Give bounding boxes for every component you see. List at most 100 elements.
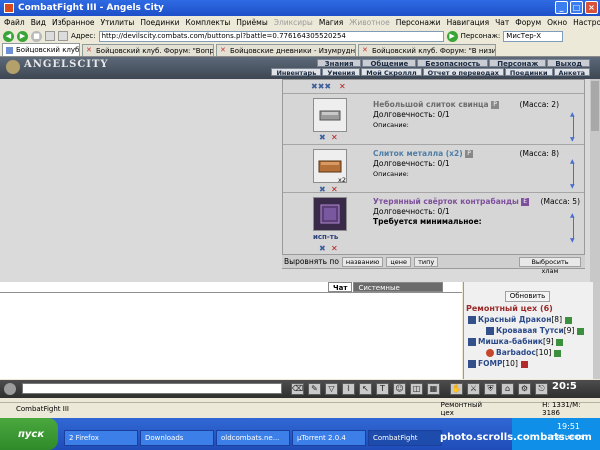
menu-sets[interactable]: Комплекты — [186, 18, 231, 27]
home-icon[interactable] — [58, 31, 68, 41]
menu-navigation[interactable]: Навигация — [447, 18, 490, 27]
item-name[interactable]: Небольшой слиток свинца — [373, 100, 489, 109]
user-name[interactable]: FOMP — [478, 359, 502, 368]
refresh-icon[interactable] — [45, 31, 55, 41]
menu-animal[interactable]: Животное — [349, 18, 389, 27]
nav-skills[interactable]: Умения — [322, 68, 361, 77]
user-name[interactable]: Кровавая Тутси — [496, 326, 564, 335]
user-entry[interactable]: Красный Дракон[8] — [468, 315, 572, 324]
item-info-icon[interactable]: ✖ — [319, 133, 326, 142]
menu-characters[interactable]: Персонажи — [396, 18, 441, 27]
eraser-icon[interactable]: ⌫ — [291, 383, 304, 395]
smiley-icon[interactable] — [4, 383, 16, 395]
close-tab-icon[interactable]: ✕ — [220, 47, 227, 54]
info-icon[interactable] — [553, 349, 561, 357]
tab-forum-question[interactable]: ✕ Бойцовский клуб. Форум: "Вопрос к... — [82, 44, 214, 56]
settings-icon[interactable]: ⚙ — [518, 383, 531, 395]
cursor-icon[interactable]: ↖ — [359, 383, 372, 395]
nav-security[interactable]: Безопасность — [417, 59, 489, 68]
delete-icon[interactable]: ✕ — [331, 244, 338, 253]
delete-icon[interactable]: ✕ — [339, 82, 346, 91]
sort-by-type-button[interactable]: типу — [414, 256, 439, 267]
delete-icon[interactable]: ✕ — [331, 133, 338, 142]
scroll-arrow-icon[interactable] — [570, 158, 577, 190]
map-icon[interactable]: ⌂ — [501, 383, 514, 395]
hand-icon[interactable]: ✋ — [450, 383, 463, 395]
scroll-arrow-icon[interactable] — [570, 212, 577, 244]
discard-junk-button[interactable]: Выбросить хлам — [519, 256, 581, 275]
task-combatfight[interactable]: CombatFight — [368, 430, 442, 446]
close-tab-icon[interactable]: ✕ — [86, 47, 93, 54]
menu-utilities[interactable]: Утилиты — [101, 18, 135, 27]
nav-exit[interactable]: Выход — [547, 59, 590, 68]
tab-forum-lowlands[interactable]: ✕ Бойцовский клуб. Форум: "В низина... — [358, 44, 496, 56]
refresh-button[interactable]: Обновить — [505, 291, 550, 302]
task-oldcombats[interactable]: oldcombats.ne... — [216, 430, 290, 446]
nav-inventory[interactable]: Инвентарь — [271, 68, 322, 77]
smile-icon[interactable]: ☺ — [393, 383, 406, 395]
sort-by-name-button[interactable]: названию — [341, 256, 384, 267]
info-icon[interactable] — [520, 360, 528, 368]
clear-chat-icon[interactable]: ◫ — [410, 383, 423, 395]
start-button[interactable]: пуск — [0, 418, 58, 450]
user-name[interactable]: Мишка-бабник — [478, 337, 543, 346]
item-name[interactable]: Утерянный свёрток контрабанды — [373, 197, 519, 206]
use-item-link[interactable]: исп-ть — [313, 233, 338, 241]
user-entry[interactable]: FOMP[10] — [468, 359, 528, 368]
nav-my-scroll[interactable]: Мой Скроллл — [361, 68, 422, 77]
user-name[interactable]: Красный Дракон — [478, 315, 551, 324]
sidebar-scrollbar[interactable] — [593, 282, 600, 379]
game-scrollbar[interactable] — [590, 79, 600, 282]
tab-combats[interactable]: Бойцовский клуб — [2, 43, 80, 56]
brush-icon[interactable]: ⌇ — [342, 383, 355, 395]
nav-communication[interactable]: Общение — [362, 59, 417, 68]
item-name[interactable]: Слиток металла (x2) — [373, 149, 463, 158]
stop-icon[interactable]: ■ — [31, 30, 42, 42]
back-icon[interactable]: ◀ — [3, 30, 14, 42]
forward-icon[interactable]: ▶ — [17, 30, 28, 42]
task-utorrent[interactable]: µTorrent 2.0.4 — [292, 430, 366, 446]
nav-knowledge[interactable]: Знания — [316, 59, 362, 68]
close-tab-icon[interactable]: ✕ — [362, 47, 369, 54]
scroll-thumb[interactable] — [591, 81, 599, 131]
filter-icon[interactable]: ▽ — [325, 383, 338, 395]
translit-icon[interactable]: T — [376, 383, 389, 395]
scroll-arrow-icon[interactable] — [570, 111, 577, 143]
menu-file[interactable]: Файл — [4, 18, 25, 27]
menu-elixirs[interactable]: Эликсиры — [274, 18, 313, 27]
address-input[interactable]: http://devilscity.combats.com/buttons.pl… — [98, 30, 444, 42]
task-firefox[interactable]: 2 Firefox — [64, 430, 138, 446]
tab-system-messages[interactable]: Системные сообщения — [353, 282, 444, 302]
user-entry[interactable]: Barbadoc[10] — [486, 348, 561, 357]
menu-favorites[interactable]: Избранное — [52, 18, 95, 27]
go-icon[interactable]: ▶ — [446, 30, 458, 42]
menu-settings[interactable]: Настройки — [573, 18, 600, 27]
menu-forum[interactable]: Форум — [515, 18, 541, 27]
user-entry[interactable]: Мишка-бабник[9] — [468, 337, 564, 346]
character-select[interactable]: МисТер-Х — [503, 30, 564, 42]
nav-duels[interactable]: Поединки — [504, 68, 553, 77]
items-icon[interactable]: ⚔ — [467, 383, 480, 395]
user-entry[interactable]: Кровавая Тутси[9] — [486, 326, 584, 335]
menu-chat[interactable]: Чат — [495, 18, 509, 27]
nav-profile[interactable]: Анкета — [553, 68, 590, 77]
menu-techniques[interactable]: Приёмы — [236, 18, 267, 27]
exit-icon[interactable]: ⎋ — [535, 383, 548, 395]
menu-magic[interactable]: Магия — [319, 18, 343, 27]
tab-diaries[interactable]: ✕ Бойцовские дневники - Изумрудная... — [216, 44, 356, 56]
minimize-button[interactable]: _ — [555, 1, 568, 14]
item-action-icons[interactable]: ✖✖✖ — [311, 82, 331, 91]
tab-chat[interactable]: Чат — [328, 282, 353, 292]
close-button[interactable]: × — [585, 1, 598, 14]
chat-input[interactable] — [22, 383, 282, 394]
info-icon[interactable] — [556, 338, 564, 346]
menu-window[interactable]: Окно — [547, 18, 567, 27]
maximize-button[interactable]: □ — [570, 1, 583, 14]
sort-by-price-button[interactable]: цене — [386, 256, 412, 267]
item-info-icon[interactable]: ✖ — [319, 244, 326, 253]
shield-icon[interactable]: ⛨ — [484, 383, 497, 395]
nav-character[interactable]: Персонаж — [489, 59, 547, 68]
split-icon[interactable]: ▦ — [427, 383, 440, 395]
info-icon[interactable] — [577, 327, 584, 335]
user-name[interactable]: Barbadoc — [496, 348, 536, 357]
